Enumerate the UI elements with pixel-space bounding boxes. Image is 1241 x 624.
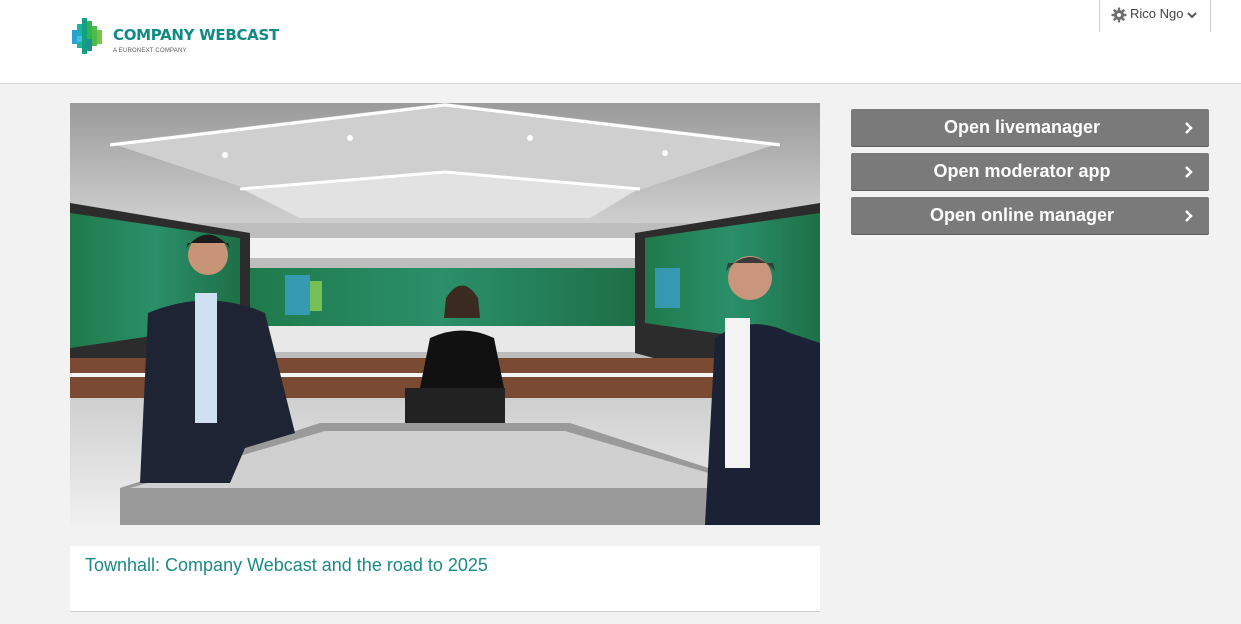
webcast-thumbnail[interactable] bbox=[70, 103, 820, 525]
open-livemanager-button[interactable]: Open livemanager bbox=[851, 109, 1209, 146]
open-moderator-app-button[interactable]: Open moderator app bbox=[851, 153, 1209, 190]
user-name: Rico Ngo bbox=[1130, 6, 1184, 21]
logo-subtitle: A EURONEXT COMPANY bbox=[113, 48, 187, 54]
company-webcast-logo[interactable]: COMPANY WEBCAST A EURONEXT COMPANY bbox=[72, 16, 279, 58]
event-title-link[interactable]: Townhall: Company Webcast and the road t… bbox=[85, 555, 488, 576]
studio-image bbox=[70, 103, 820, 525]
chevron-right-icon bbox=[1185, 210, 1193, 222]
logo-title: COMPANY WEBCAST bbox=[113, 26, 279, 44]
top-bar: COMPANY WEBCAST A EURONEXT COMPANY Rico … bbox=[0, 0, 1241, 84]
open-online-manager-label: Open online manager bbox=[929, 205, 1115, 225]
event-caption: Townhall: Company Webcast and the road t… bbox=[70, 546, 820, 612]
gear-icon bbox=[1111, 7, 1127, 23]
open-moderator-app-label: Open moderator app bbox=[933, 161, 1111, 181]
chevron-right-icon bbox=[1185, 166, 1193, 178]
chevron-down-icon bbox=[1187, 12, 1197, 19]
open-livemanager-label: Open livemanager bbox=[943, 117, 1101, 137]
chevron-right-icon bbox=[1185, 122, 1193, 134]
open-online-manager-button[interactable]: Open online manager bbox=[851, 197, 1209, 234]
user-menu-button[interactable]: Rico Ngo bbox=[1099, 0, 1211, 32]
logo-mark-icon bbox=[72, 18, 102, 54]
